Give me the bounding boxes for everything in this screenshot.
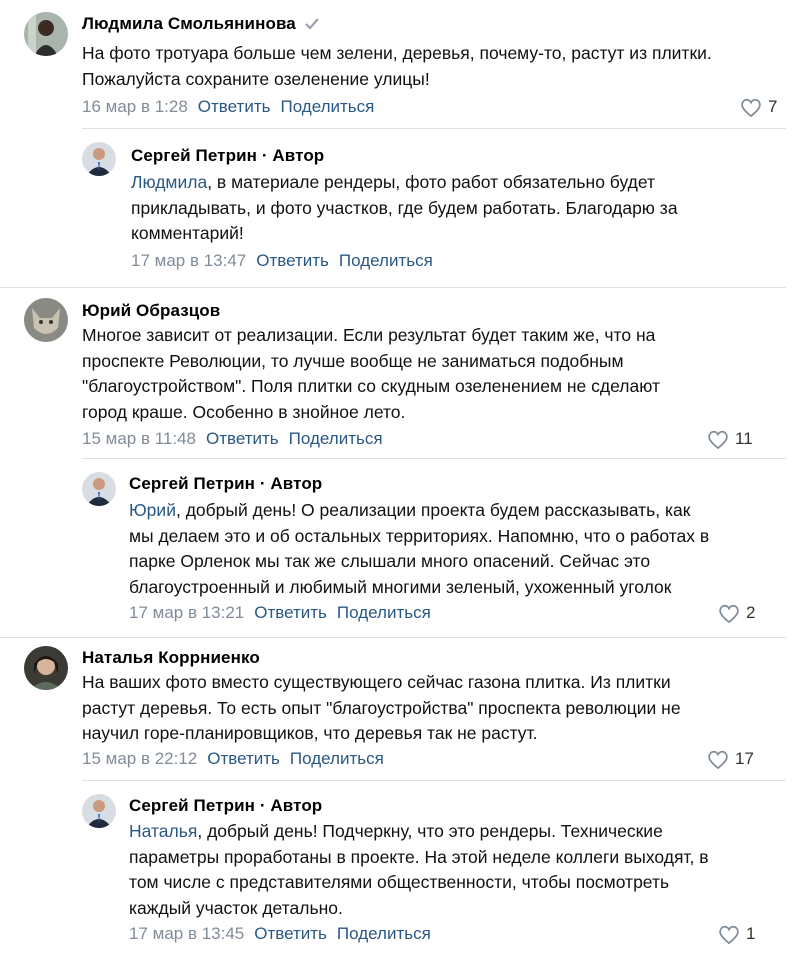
reply-link[interactable]: Ответить xyxy=(206,429,279,448)
divider xyxy=(0,287,786,288)
reply-link[interactable]: Ответить xyxy=(254,603,327,622)
like-button[interactable]: 7 xyxy=(740,97,777,117)
avatar[interactable] xyxy=(24,298,68,342)
mention-link[interactable]: Людмила xyxy=(131,172,207,192)
comment-text: Людмила, в материале рендеры, фото работ… xyxy=(131,172,678,243)
comment-author[interactable]: Сергей Петрин · Автор xyxy=(131,146,324,166)
share-link[interactable]: Поделиться xyxy=(280,97,374,116)
share-link[interactable]: Поделиться xyxy=(289,429,383,448)
comment-text: Многое зависит от реализации. Если резул… xyxy=(82,325,660,422)
share-link[interactable]: Поделиться xyxy=(290,749,384,768)
comment-date[interactable]: 15 мар в 11:48 xyxy=(82,429,196,448)
comment-author[interactable]: Сергей Петрин · Автор xyxy=(129,474,322,494)
share-link[interactable]: Поделиться xyxy=(337,603,431,622)
comment-text: На фото тротуара больше чем зелени, дере… xyxy=(82,43,712,89)
heart-icon xyxy=(719,604,739,623)
verified-check-icon xyxy=(305,18,319,30)
like-button[interactable]: 1 xyxy=(718,924,755,944)
comment-author[interactable]: Юрий Образцов xyxy=(82,301,220,321)
comment-author[interactable]: Людмила Смольянинова xyxy=(82,14,296,33)
reply-link[interactable]: Ответить xyxy=(254,924,327,943)
heart-icon xyxy=(708,430,728,449)
reply-link[interactable]: Ответить xyxy=(198,97,271,116)
comment-text: Юрий, добрый день! О реализации проекта … xyxy=(129,500,710,597)
comment-text: На ваших фото вместо существующего сейча… xyxy=(82,672,681,743)
avatar-photo-icon xyxy=(82,794,116,828)
divider xyxy=(0,637,786,638)
like-count: 2 xyxy=(746,603,756,622)
comment-text: Наталья, добрый день! Подчеркну, что это… xyxy=(129,821,709,918)
avatar-photo-icon xyxy=(24,12,68,56)
reply-link[interactable]: Ответить xyxy=(207,749,280,768)
like-count: 11 xyxy=(735,429,753,448)
heart-icon xyxy=(741,98,761,117)
divider xyxy=(82,128,786,129)
comment-date[interactable]: 16 мар в 1:28 xyxy=(82,97,188,116)
like-count: 1 xyxy=(746,924,756,943)
comment-author[interactable]: Сергей Петрин · Автор xyxy=(129,796,322,816)
mention-link[interactable]: Юрий xyxy=(129,500,176,520)
heart-icon xyxy=(719,925,739,944)
avatar[interactable] xyxy=(24,12,68,56)
share-link[interactable]: Поделиться xyxy=(337,924,431,943)
comment-author[interactable]: Наталья Коррниенко xyxy=(82,648,260,668)
avatar[interactable] xyxy=(82,142,116,176)
avatar[interactable] xyxy=(82,794,116,828)
like-button[interactable]: 11 xyxy=(707,429,753,449)
divider xyxy=(82,458,786,459)
avatar-photo-icon xyxy=(82,142,116,176)
avatar-photo-icon xyxy=(24,646,68,690)
reply-link[interactable]: Ответить xyxy=(256,251,329,270)
comment-date[interactable]: 17 мар в 13:45 xyxy=(129,924,244,943)
avatar[interactable] xyxy=(24,646,68,690)
comment-date[interactable]: 15 мар в 22:12 xyxy=(82,749,197,768)
like-button[interactable]: 17 xyxy=(707,749,754,769)
share-link[interactable]: Поделиться xyxy=(339,251,433,270)
like-count: 17 xyxy=(735,749,754,768)
comment-date[interactable]: 17 мар в 13:21 xyxy=(129,603,244,622)
avatar-photo-icon xyxy=(24,298,68,342)
mention-link[interactable]: Наталья xyxy=(129,821,197,841)
like-button[interactable]: 2 xyxy=(718,603,755,623)
avatar-photo-icon xyxy=(82,472,116,506)
like-count: 7 xyxy=(768,97,778,116)
divider xyxy=(82,780,786,781)
heart-icon xyxy=(708,750,728,769)
comment-date[interactable]: 17 мар в 13:47 xyxy=(131,251,246,270)
avatar[interactable] xyxy=(82,472,116,506)
